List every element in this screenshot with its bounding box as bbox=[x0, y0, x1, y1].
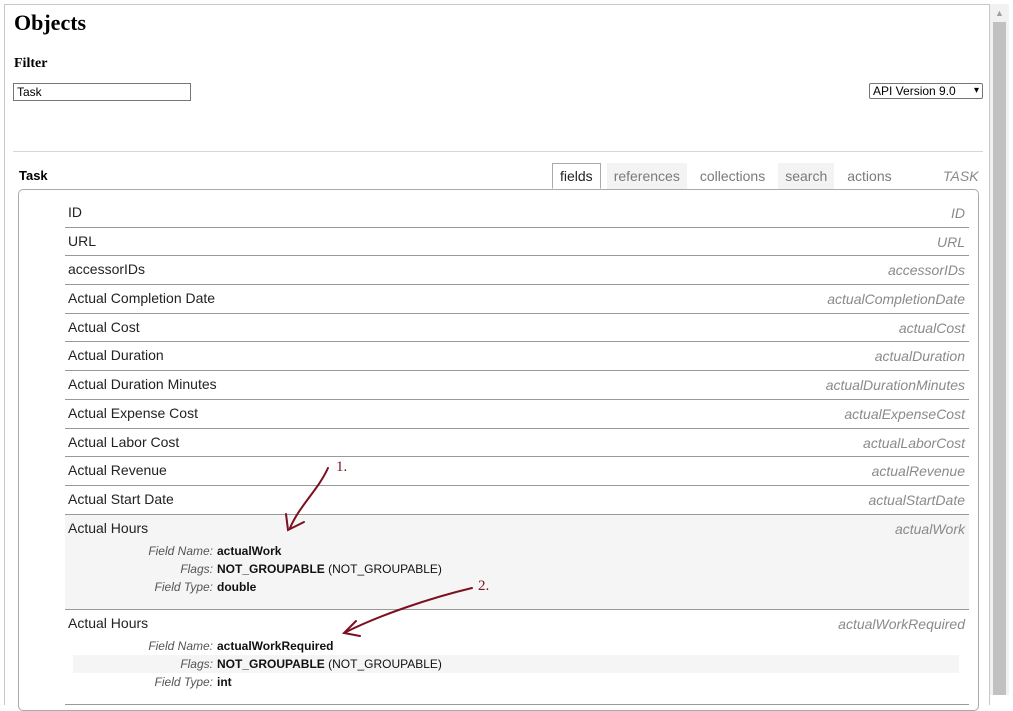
field-name-detail: Field Name: actualWork bbox=[73, 542, 959, 560]
filter-input[interactable] bbox=[13, 83, 191, 101]
field-row[interactable]: Actual Duration Minutes actualDurationMin… bbox=[65, 371, 969, 400]
field-code: actualLaborCost bbox=[863, 434, 965, 451]
field-type-value: double bbox=[217, 579, 257, 594]
flags-bold: NOT_GROUPABLE bbox=[217, 656, 325, 671]
field-label: Actual Duration Minutes bbox=[68, 376, 217, 393]
detail-key: Flags: bbox=[180, 561, 213, 576]
flags-bold: NOT_GROUPABLE bbox=[217, 561, 325, 576]
detail-key: Field Name: bbox=[148, 638, 213, 653]
flags-detail: Flags: NOT_GROUPABLE (NOT_GROUPABLE) bbox=[73, 654, 959, 673]
detail-value: int bbox=[217, 675, 232, 689]
flags-rest: (NOT_GROUPABLE) bbox=[324, 656, 442, 671]
field-label: Actual Cost bbox=[68, 318, 140, 335]
scroll-thumb[interactable] bbox=[993, 22, 1006, 695]
field-code: actualWork bbox=[894, 520, 965, 537]
object-tabs: fields references collections search act… bbox=[552, 163, 905, 190]
fields-panel: ID ID URL URL accessorIDs accessorIDs Actua… bbox=[18, 189, 979, 711]
field-row[interactable]: Actual Expense Cost actualExpenseCost bbox=[65, 399, 969, 429]
field-code: actualExpenseCost bbox=[844, 405, 965, 422]
field-code: actualCompletionDate bbox=[827, 291, 965, 308]
detail-value: NOT_GROUPABLE (NOT_GROUPABLE) bbox=[217, 562, 442, 576]
field-label: accessorIDs bbox=[68, 261, 146, 278]
field-code: accessorIDs bbox=[887, 262, 965, 279]
field-label: Actual Start Date bbox=[68, 490, 174, 507]
field-row[interactable]: Actual Start Date actualStartDate bbox=[65, 485, 969, 515]
object-code: TASK bbox=[943, 168, 979, 184]
detail-key: Field Type: bbox=[154, 674, 213, 689]
field-row[interactable]: Actual Cost actualCost bbox=[65, 313, 969, 343]
field-name-value: actualWorkRequired bbox=[217, 638, 334, 653]
field-code: ID bbox=[951, 205, 965, 221]
chevron-down-icon: ▾ bbox=[973, 85, 979, 96]
field-row[interactable]: ID ID bbox=[65, 199, 969, 228]
detail-value: actualWork bbox=[217, 544, 281, 558]
field-row[interactable]: Actual Revenue actualRevenue bbox=[65, 457, 969, 486]
field-label: Actual Revenue bbox=[68, 462, 167, 479]
fields-list: ID ID URL URL accessorIDs accessorIDs Actua… bbox=[65, 199, 969, 705]
detail-key: Field Name: bbox=[148, 543, 213, 558]
field-code: actualCost bbox=[898, 319, 965, 336]
page-title: Objects bbox=[14, 10, 87, 35]
field-code: URL bbox=[936, 233, 965, 250]
detail-value: NOT_GROUPABLE (NOT_GROUPABLE) bbox=[217, 657, 442, 671]
field-type-detail: Field Type: double bbox=[73, 578, 959, 596]
field-row[interactable]: Actual Completion Date actualCompletionDa… bbox=[65, 285, 969, 314]
api-version-value: API Version 9.0 bbox=[873, 84, 956, 98]
tab-references[interactable]: references bbox=[606, 163, 687, 189]
field-name-detail: Field Name: actualWorkRequired bbox=[73, 637, 959, 655]
field-row[interactable]: URL URL bbox=[65, 227, 969, 257]
field-label: URL bbox=[68, 232, 97, 249]
field-label: Actual Hours bbox=[68, 614, 149, 631]
field-code: actualStartDate bbox=[868, 491, 966, 508]
detail-key: Field Type: bbox=[154, 579, 213, 594]
field-label: Actual Completion Date bbox=[68, 290, 216, 307]
field-code: actualWorkRequired bbox=[838, 615, 965, 632]
flags-detail: Flags: NOT_GROUPABLE (NOT_GROUPABLE) bbox=[73, 560, 959, 578]
vertical-scrollbar[interactable]: ▲ bbox=[990, 4, 1009, 695]
field-code: actualDurationMinutes bbox=[825, 377, 965, 394]
api-version-select[interactable]: API Version 9.0 ▾ bbox=[869, 83, 983, 99]
field-code: actualRevenue bbox=[871, 463, 965, 480]
tab-fields[interactable]: fields bbox=[552, 163, 601, 189]
field-label: ID bbox=[68, 204, 82, 220]
field-label: Actual Labor Cost bbox=[68, 433, 180, 450]
tab-search[interactable]: search bbox=[778, 163, 835, 189]
field-row[interactable]: accessorIDs accessorIDs bbox=[65, 256, 969, 286]
tab-collections[interactable]: collections bbox=[693, 163, 772, 189]
field-row[interactable]: Actual Labor Cost actualLaborCost bbox=[65, 428, 969, 458]
field-row-expanded[interactable]: Actual Hours actualWork Field Name: actu… bbox=[65, 514, 969, 610]
field-row[interactable]: Actual Duration actualDuration bbox=[65, 342, 969, 372]
tab-actions[interactable]: actions bbox=[840, 163, 898, 189]
flags-rest: (NOT_GROUPABLE) bbox=[324, 561, 442, 576]
divider bbox=[13, 151, 983, 152]
field-name-value: actualWork bbox=[217, 543, 282, 558]
field-label: Actual Duration bbox=[68, 347, 164, 364]
filter-label: Filter bbox=[14, 56, 48, 71]
field-label: Actual Expense Cost bbox=[68, 404, 198, 421]
detail-value: actualWorkRequired bbox=[217, 639, 333, 653]
detail-key: Flags: bbox=[180, 656, 213, 671]
field-row-expanded[interactable]: Actual Hours actualWorkRequired Field Na… bbox=[65, 609, 969, 705]
field-type-detail: Field Type: int bbox=[73, 673, 959, 691]
object-name: Task bbox=[19, 168, 48, 183]
field-type-value: int bbox=[217, 674, 232, 689]
field-code: actualDuration bbox=[874, 348, 965, 365]
scroll-up-arrow-icon[interactable]: ▲ bbox=[990, 4, 1009, 22]
detail-value: double bbox=[217, 580, 256, 594]
field-label: Actual Hours bbox=[68, 519, 149, 536]
